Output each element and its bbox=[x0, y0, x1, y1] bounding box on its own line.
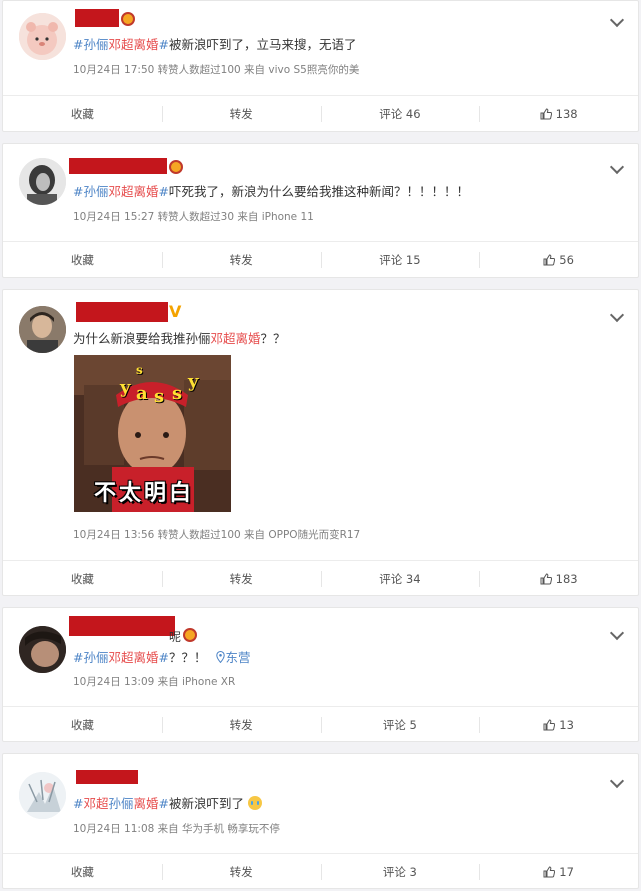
gif-letter: y bbox=[188, 371, 199, 392]
post-meta: 10月24日 13:56 转赞人数超过100 来自 OPPO随光而变R17 bbox=[73, 529, 361, 541]
post-meta: 10月24日 13:09 来自 iPhone XR bbox=[73, 676, 236, 688]
thumbs-up-icon bbox=[540, 107, 552, 120]
post-meta: 10月24日 11:08 来自 华为手机 畅享玩不停 bbox=[73, 823, 280, 835]
user-avatar[interactable] bbox=[19, 772, 66, 819]
like-button[interactable]: 56 bbox=[479, 242, 638, 277]
repost-button[interactable]: 转发 bbox=[161, 561, 321, 596]
chevron-down-icon[interactable] bbox=[609, 773, 625, 789]
gif-letter: s bbox=[136, 363, 143, 377]
post-body: 被新浪吓到了，立马来搜，无语了 bbox=[168, 37, 357, 52]
thumbs-up-icon bbox=[540, 572, 552, 585]
chevron-down-icon[interactable] bbox=[609, 12, 625, 28]
post-meta: 10月24日 17:50 转赞人数超过100 来自 vivo S5照亮你的美 bbox=[73, 64, 360, 76]
gif-letter: s bbox=[172, 383, 183, 404]
comment-button[interactable]: 评论 5 bbox=[320, 707, 480, 742]
gif-letter: y bbox=[120, 377, 131, 398]
weibo-post-2: #孙俪邓超离婚#吓死我了，新浪为什么要给我推这种新闻？！！！！！ 10月24日 … bbox=[2, 143, 639, 278]
username-redacted[interactable] bbox=[76, 302, 168, 322]
comment-button[interactable]: 评论 3 bbox=[320, 854, 480, 889]
user-avatar[interactable] bbox=[19, 158, 66, 205]
topic-link[interactable]: #孙俪邓超离婚# bbox=[73, 37, 169, 52]
post-body: ？？！ bbox=[168, 650, 207, 665]
topic-link[interactable]: #孙俪邓超离婚# bbox=[73, 650, 169, 665]
post-text: #孙俪邓超离婚#？？！ 东营 bbox=[73, 650, 251, 666]
collect-button[interactable]: 收藏 bbox=[3, 96, 162, 131]
comment-button[interactable]: 评论 46 bbox=[320, 96, 480, 131]
chevron-down-icon[interactable] bbox=[609, 307, 625, 323]
post-text: #孙俪邓超离婚#被新浪吓到了，立马来搜，无语了 bbox=[73, 37, 357, 53]
collect-button[interactable]: 收藏 bbox=[3, 561, 162, 596]
repost-button[interactable]: 转发 bbox=[161, 96, 321, 131]
action-bar: 收藏 转发 评论 3 17 bbox=[3, 853, 638, 889]
weibo-post-3: V 为什么新浪要给我推孙俪邓超离婚？？ y a s s y s 不太明白 10月… bbox=[2, 289, 639, 596]
verified-v-icon: V bbox=[169, 302, 182, 321]
collect-button[interactable]: 收藏 bbox=[3, 242, 162, 277]
post-text: #孙俪邓超离婚#吓死我了，新浪为什么要给我推这种新闻？！！！！！ bbox=[73, 184, 469, 200]
like-button[interactable]: 13 bbox=[479, 707, 638, 742]
post-body: 被新浪吓到了 bbox=[169, 796, 245, 811]
gif-caption: 不太明白 bbox=[94, 481, 195, 506]
post-text: #邓超孙俪离婚#被新浪吓到了 bbox=[73, 796, 263, 812]
crown-badge-icon bbox=[183, 628, 197, 642]
chevron-down-icon[interactable] bbox=[609, 159, 625, 175]
post-text: 为什么新浪要给我推孙俪邓超离婚？？ bbox=[73, 331, 286, 346]
repost-button[interactable]: 转发 bbox=[161, 854, 321, 889]
user-avatar[interactable] bbox=[19, 13, 66, 60]
comment-button[interactable]: 评论 15 bbox=[320, 242, 480, 277]
action-bar: 收藏 转发 评论 46 138 bbox=[3, 95, 638, 131]
repost-button[interactable]: 转发 bbox=[161, 707, 321, 742]
like-button[interactable]: 138 bbox=[479, 96, 638, 131]
chevron-down-icon[interactable] bbox=[609, 625, 625, 641]
username-tail[interactable]: 呢 bbox=[169, 628, 181, 645]
user-avatar[interactable] bbox=[19, 306, 66, 353]
post-body: 吓死我了，新浪为什么要给我推这种新闻？！！！！！ bbox=[168, 184, 469, 199]
action-bar: 收藏 转发 评论 15 56 bbox=[3, 241, 638, 277]
weibo-post-4: 呢 #孙俪邓超离婚#？？！ 东营 10月24日 13:09 来自 iPhone … bbox=[2, 607, 639, 742]
like-button[interactable]: 183 bbox=[479, 561, 638, 596]
username-redacted[interactable] bbox=[69, 616, 175, 636]
thumbs-up-icon bbox=[543, 253, 556, 266]
post-image[interactable]: y a s s y s 不太明白 bbox=[74, 355, 231, 512]
action-bar: 收藏 转发 评论 5 13 bbox=[3, 706, 638, 742]
weibo-post-1: #孙俪邓超离婚#被新浪吓到了，立马来搜，无语了 10月24日 17:50 转赞人… bbox=[2, 0, 639, 132]
weibo-post-5: #邓超孙俪离婚#被新浪吓到了 10月24日 11:08 来自 华为手机 畅享玩不… bbox=[2, 753, 639, 889]
gif-letter: s bbox=[154, 386, 165, 407]
comment-button[interactable]: 评论 34 bbox=[320, 561, 480, 596]
post-meta: 10月24日 15:27 转赞人数超过30 来自 iPhone 11 bbox=[73, 211, 314, 223]
topic-link[interactable]: #邓超孙俪离婚# bbox=[73, 796, 169, 811]
user-avatar[interactable] bbox=[19, 626, 66, 673]
topic-link[interactable]: #孙俪邓超离婚# bbox=[73, 184, 169, 199]
like-button[interactable]: 17 bbox=[479, 854, 638, 889]
thumbs-up-icon bbox=[543, 718, 556, 731]
gif-letter: a bbox=[136, 383, 148, 404]
thumbs-up-icon bbox=[543, 865, 556, 878]
repost-button[interactable]: 转发 bbox=[161, 242, 321, 277]
crying-emoji-icon bbox=[248, 796, 263, 810]
location-link[interactable]: 东营 bbox=[216, 650, 251, 665]
username-redacted[interactable] bbox=[69, 158, 167, 174]
username-redacted[interactable] bbox=[76, 770, 138, 784]
crown-badge-icon bbox=[121, 12, 135, 26]
collect-button[interactable]: 收藏 bbox=[3, 707, 162, 742]
crown-badge-icon bbox=[169, 160, 183, 174]
username-redacted[interactable] bbox=[75, 9, 119, 27]
collect-button[interactable]: 收藏 bbox=[3, 854, 162, 889]
action-bar: 收藏 转发 评论 34 183 bbox=[3, 560, 638, 596]
